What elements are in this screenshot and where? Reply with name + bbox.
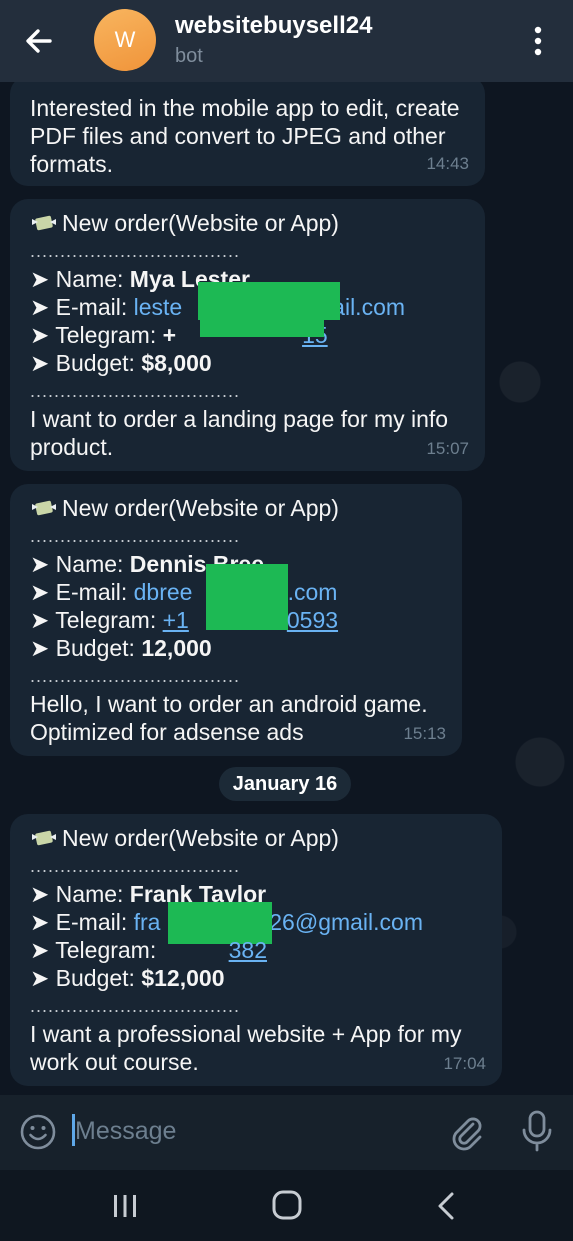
order-text: work out course.	[30, 1049, 199, 1075]
message-bubble[interactable]: Interested in the mobile app to edit, cr…	[10, 82, 485, 186]
telegram-end[interactable]: 382	[229, 937, 267, 963]
order-text: Hello, I want to order an android game.	[30, 691, 428, 717]
redaction-box	[200, 309, 324, 337]
email-label: ➤ E-mail:	[30, 909, 134, 935]
chat-subtitle: bot	[175, 45, 203, 67]
message-input[interactable]	[75, 1113, 425, 1149]
budget-label: ➤ Budget:	[30, 965, 142, 991]
email-label: ➤ E-mail:	[30, 294, 134, 320]
back-arrow-icon[interactable]	[22, 24, 56, 58]
message-time: 14:43	[426, 154, 469, 173]
budget-value: 12,000	[141, 635, 212, 661]
email-label: ➤ E-mail:	[30, 579, 134, 605]
email-start[interactable]: fra	[134, 909, 161, 935]
message-text: Interested in the mobile app to edit, cr…	[30, 95, 460, 121]
order-message-bubble[interactable]: New order(Website or App) ..............…	[10, 814, 502, 1086]
budget-value: $8,000	[141, 350, 212, 376]
telegram-start[interactable]: +1	[163, 607, 189, 633]
nav-recent-icon[interactable]	[111, 1192, 139, 1220]
order-text: I want to order a landing page for my in…	[30, 406, 449, 432]
order-message-bubble[interactable]: New order(Website or App) ..............…	[10, 199, 485, 471]
divider: ...................................	[30, 666, 241, 686]
telegram-link[interactable]: 382	[163, 937, 267, 963]
divider: ...................................	[30, 996, 241, 1016]
order-message-bubble[interactable]: New order(Website or App) ..............…	[10, 484, 462, 756]
order-heading: New order(Website or App)	[62, 210, 339, 236]
message-text: PDF files and convert to JPEG and other	[30, 123, 446, 149]
name-label: ➤ Name:	[30, 266, 130, 292]
nav-back-icon[interactable]	[434, 1190, 458, 1222]
order-heading: New order(Website or App)	[62, 825, 339, 851]
email-end[interactable]: l.com	[282, 579, 337, 605]
telegram-start: +	[162, 322, 177, 348]
money-wings-icon	[32, 830, 56, 846]
system-navigation-bar	[0, 1170, 573, 1241]
more-vert-icon[interactable]	[528, 24, 548, 58]
divider: ...................................	[30, 241, 241, 261]
divider: ...................................	[30, 526, 241, 546]
message-time: 15:07	[426, 439, 469, 458]
budget-label: ➤ Budget:	[30, 635, 142, 661]
chat-title[interactable]: websitebuysell24	[175, 12, 372, 40]
money-wings-icon	[32, 215, 56, 231]
date-separator: January 16	[219, 767, 351, 801]
telegram-label: ➤ Telegram:	[30, 607, 163, 633]
name-label: ➤ Name:	[30, 881, 130, 907]
divider: ...................................	[30, 381, 241, 401]
budget-value: $12,000	[141, 965, 225, 991]
telegram-label: ➤ Telegram:	[30, 322, 163, 348]
telegram-label: ➤ Telegram:	[30, 937, 163, 963]
message-time: 17:04	[443, 1054, 486, 1073]
mic-icon[interactable]	[520, 1110, 554, 1152]
email-end[interactable]: 426@gmail.com	[256, 909, 423, 935]
avatar-letter: W	[114, 27, 136, 52]
bot-avatar[interactable]: W	[94, 9, 156, 71]
telegram-end[interactable]: 0593	[287, 607, 338, 633]
email-start[interactable]: dbree	[134, 579, 193, 605]
email-start[interactable]: leste	[134, 294, 183, 320]
money-wings-icon	[32, 500, 56, 516]
order-text: I want a professional website + App for …	[30, 1021, 462, 1047]
budget-label: ➤ Budget:	[30, 350, 142, 376]
chat-header: W websitebuysell24 bot	[0, 0, 573, 82]
attach-icon[interactable]	[446, 1111, 486, 1151]
nav-home-icon[interactable]	[270, 1188, 304, 1222]
order-text: Optimized for adsense ads	[30, 719, 304, 745]
order-heading: New order(Website or App)	[62, 495, 339, 521]
message-time: 15:13	[403, 724, 446, 743]
telegram-link[interactable]: +1 0593	[163, 607, 338, 633]
order-text: product.	[30, 434, 114, 460]
chat-history[interactable]: Interested in the mobile app to edit, cr…	[0, 82, 573, 1095]
message-composer	[0, 1095, 573, 1170]
emoji-icon[interactable]	[19, 1113, 57, 1151]
divider: ...................................	[30, 856, 241, 876]
name-label: ➤ Name:	[30, 551, 130, 577]
message-text: formats.	[30, 151, 114, 177]
